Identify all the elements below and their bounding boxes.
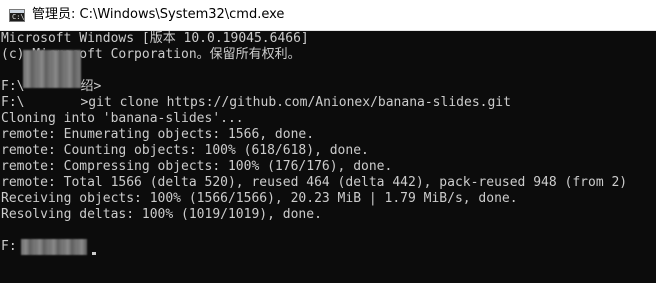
console-line-command: F:\ >git clone https://github.com/Anionex… <box>1 95 656 111</box>
redacted-final-path <box>21 239 87 255</box>
console-line-counting: remote: Counting objects: 100% (618/618)… <box>1 143 369 158</box>
cmd-window: C:\ 管理员: C:\Windows\System32\cmd.exe Mic… <box>0 0 656 283</box>
console-line-blank-2 <box>1 223 656 239</box>
console-line-total: remote: Total 1566 (delta 520), reused 4… <box>1 175 628 190</box>
redacted-path-block <box>23 50 81 88</box>
console-line-version: Microsoft Windows [版本 10.0.19045.6466] <box>1 31 309 46</box>
prompt-drive-2: F:\ <box>1 95 25 110</box>
console-line-resolving: Resolving deltas: 100% (1019/1019), done… <box>1 207 322 222</box>
prompt-drive: F:\ <box>1 79 25 94</box>
console-line-blank <box>1 63 656 79</box>
prompt-tail: 绍> <box>80 79 102 94</box>
console-line-receiving: Receiving objects: 100% (1566/1566), 20.… <box>1 191 518 206</box>
window-title: 管理员: C:\Windows\System32\cmd.exe <box>32 7 285 22</box>
console-line-final-prompt: F: <box>1 239 656 255</box>
console-line-cloning: Cloning into 'banana-slides'... <box>1 111 244 126</box>
console-line-prompt-1: F:\ 绍> <box>1 79 656 95</box>
prompt-period-mark <box>92 252 96 255</box>
console-line-compressing: remote: Compressing objects: 100% (176/1… <box>1 159 393 174</box>
cmd-icon: C:\ <box>9 9 25 22</box>
git-clone-command: >git clone https://github.com/Anionex/ba… <box>80 95 511 110</box>
prompt-drive-final: F: <box>1 239 17 254</box>
console-output[interactable]: Microsoft Windows [版本 10.0.19045.6466] (c… <box>0 31 656 283</box>
title-bar[interactable]: C:\ 管理员: C:\Windows\System32\cmd.exe <box>0 0 656 31</box>
console-line-copyright: (c) Microsoft Corporation。保留所有权利。 <box>1 47 301 62</box>
console-line-enumerating: remote: Enumerating objects: 1566, done. <box>1 127 315 142</box>
